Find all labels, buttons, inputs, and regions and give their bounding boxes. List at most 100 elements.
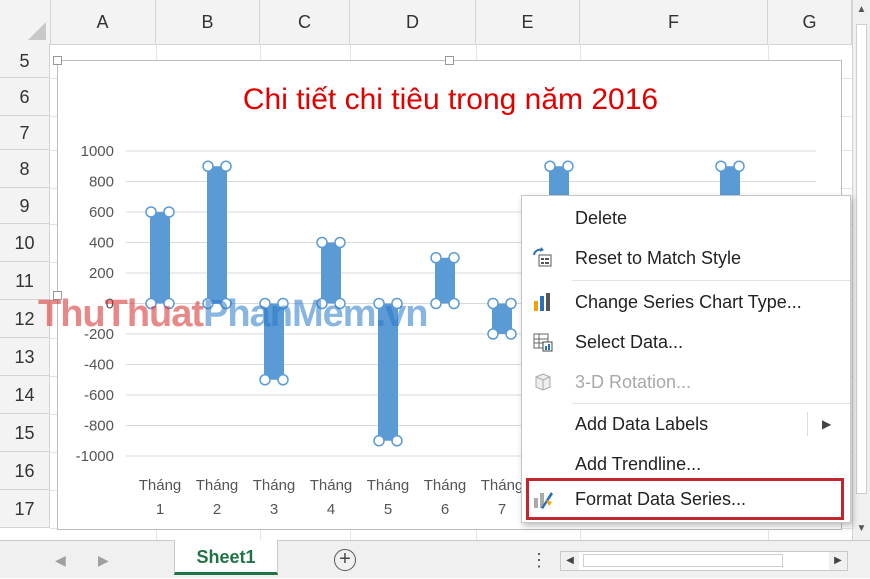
selection-handle bbox=[316, 236, 328, 249]
selection-handle bbox=[715, 160, 727, 172]
x-tick-label: 4 bbox=[327, 501, 335, 518]
next-sheet-icon[interactable]: ▶ bbox=[98, 541, 109, 579]
row-header-5[interactable]: 5 bbox=[0, 44, 50, 78]
menu-item-label: Delete bbox=[575, 208, 628, 228]
row-header-15[interactable]: 15 bbox=[0, 414, 50, 452]
corner-triangle-icon bbox=[28, 22, 46, 40]
row-header-16[interactable]: 16 bbox=[0, 452, 50, 490]
split-handle-icon[interactable]: ⋮ bbox=[530, 541, 548, 579]
x-tick-label: 3 bbox=[270, 501, 278, 518]
row-header-17[interactable]: 17 bbox=[0, 490, 50, 528]
selection-handle bbox=[334, 236, 346, 249]
y-tick-label: 800 bbox=[89, 174, 114, 191]
submenu-arrow-icon: ▶ bbox=[822, 417, 832, 431]
reset-style-icon bbox=[533, 247, 552, 267]
cube-icon bbox=[535, 373, 551, 391]
y-tick-label: -400 bbox=[84, 357, 114, 374]
chart-bar[interactable] bbox=[435, 257, 455, 304]
row-header-10[interactable]: 10 bbox=[0, 224, 50, 262]
vertical-scroll-thumb[interactable] bbox=[856, 24, 867, 494]
selection-handle bbox=[430, 297, 442, 310]
row-header-6[interactable]: 6 bbox=[0, 78, 50, 116]
row-header-8[interactable]: 8 bbox=[0, 150, 50, 188]
y-tick-label: -800 bbox=[84, 418, 114, 435]
menu-item-format-data-series[interactable]: Format Data Series... bbox=[526, 478, 844, 520]
add-sheet-icon[interactable]: + bbox=[334, 549, 356, 571]
y-tick-label: 200 bbox=[89, 265, 114, 282]
menu-item-label: Select Data... bbox=[575, 332, 684, 352]
chart-bar[interactable] bbox=[150, 212, 170, 304]
menu-item-label: Change Series Chart Type... bbox=[575, 292, 802, 312]
format-series-icon bbox=[534, 492, 553, 509]
chart-bar[interactable] bbox=[207, 166, 227, 304]
menu-separator bbox=[572, 280, 850, 281]
selection-handle bbox=[391, 435, 403, 447]
menu-item-change-chart-type[interactable]: Change Series Chart Type... bbox=[522, 282, 850, 322]
row-header-14[interactable]: 14 bbox=[0, 376, 50, 414]
bar-chart-icon bbox=[534, 293, 550, 311]
x-tick-label: Tháng bbox=[139, 477, 182, 494]
x-tick-label: Tháng bbox=[253, 477, 296, 494]
column-header-f[interactable]: F bbox=[580, 0, 768, 44]
x-tick-label: 2 bbox=[213, 501, 221, 518]
y-tick-label: -600 bbox=[84, 387, 114, 404]
menu-item-3d-rotation: 3-D Rotation... bbox=[522, 362, 850, 402]
select-all-corner[interactable] bbox=[0, 0, 51, 44]
scroll-down-icon[interactable]: ▼ bbox=[853, 519, 870, 539]
column-header-b[interactable]: B bbox=[156, 0, 260, 44]
select-data-icon bbox=[533, 333, 553, 352]
selection-handle bbox=[259, 374, 271, 386]
menu-item-label: Format Data Series... bbox=[575, 489, 747, 509]
watermark-part1: ThuThuat bbox=[38, 293, 204, 335]
y-tick-label: 1000 bbox=[81, 143, 114, 160]
y-tick-label: 400 bbox=[89, 235, 114, 252]
selection-handle bbox=[202, 160, 214, 172]
y-tick-label: 600 bbox=[89, 204, 114, 221]
row-header-9[interactable]: 9 bbox=[0, 188, 50, 224]
selection-handle bbox=[430, 252, 442, 264]
scroll-up-icon[interactable]: ▲ bbox=[853, 0, 870, 20]
scroll-left-icon[interactable]: ◀ bbox=[561, 552, 579, 570]
selection-handle bbox=[373, 435, 385, 447]
selection-handle bbox=[505, 328, 517, 340]
selection-handle bbox=[145, 206, 157, 218]
column-header-a[interactable]: A bbox=[50, 0, 156, 44]
previous-sheet-icon[interactable]: ◀ bbox=[55, 541, 66, 579]
selection-handle bbox=[733, 160, 745, 172]
menu-item-delete[interactable]: Delete bbox=[522, 198, 850, 238]
sheet-tab-sheet1[interactable]: Sheet1 bbox=[174, 540, 278, 575]
column-header-d[interactable]: D bbox=[350, 0, 476, 44]
x-tick-label: Tháng bbox=[481, 477, 524, 494]
x-tick-label: Tháng bbox=[424, 477, 467, 494]
column-header-c[interactable]: C bbox=[260, 0, 350, 44]
selection-handle bbox=[220, 160, 232, 172]
scroll-right-icon[interactable]: ▶ bbox=[829, 552, 847, 570]
x-tick-label: 7 bbox=[498, 501, 506, 518]
x-tick-label: Tháng bbox=[310, 477, 353, 494]
selection-handle bbox=[277, 374, 289, 386]
vertical-scrollbar[interactable]: ▲ ▼ bbox=[852, 0, 870, 540]
menu-item-label: 3-D Rotation... bbox=[575, 372, 692, 392]
x-tick-label: Tháng bbox=[196, 477, 239, 494]
column-header-g[interactable]: G bbox=[768, 0, 852, 44]
selection-handle bbox=[448, 252, 460, 264]
menu-item-label: Add Data Labels bbox=[575, 414, 709, 434]
x-tick-label: Tháng bbox=[367, 477, 410, 494]
selection-handle bbox=[487, 328, 499, 340]
horizontal-scrollbar[interactable]: ◀ ▶ bbox=[560, 551, 848, 571]
menu-item-reset-style[interactable]: Reset to Match Style bbox=[522, 238, 850, 278]
menu-item-label: Reset to Match Style bbox=[575, 248, 742, 268]
sheet-tab-bar: ◀ ▶ Sheet1 + ⋮ ◀ ▶ bbox=[0, 540, 870, 578]
selection-handle bbox=[544, 160, 556, 172]
column-header-e[interactable]: E bbox=[476, 0, 580, 44]
row-header-7[interactable]: 7 bbox=[0, 116, 50, 150]
x-tick-label: 1 bbox=[156, 501, 164, 518]
context-menu[interactable]: Delete Reset to Match Style Change Serie… bbox=[521, 195, 851, 523]
selection-handle bbox=[487, 297, 499, 310]
selection-handle bbox=[163, 206, 175, 218]
horizontal-scroll-thumb[interactable] bbox=[583, 554, 783, 567]
menu-item-add-data-labels[interactable]: Add Data Labels ▶ bbox=[522, 404, 850, 444]
submenu-separator bbox=[807, 412, 808, 436]
row-header-13[interactable]: 13 bbox=[0, 338, 50, 376]
menu-item-select-data[interactable]: Select Data... bbox=[522, 322, 850, 362]
